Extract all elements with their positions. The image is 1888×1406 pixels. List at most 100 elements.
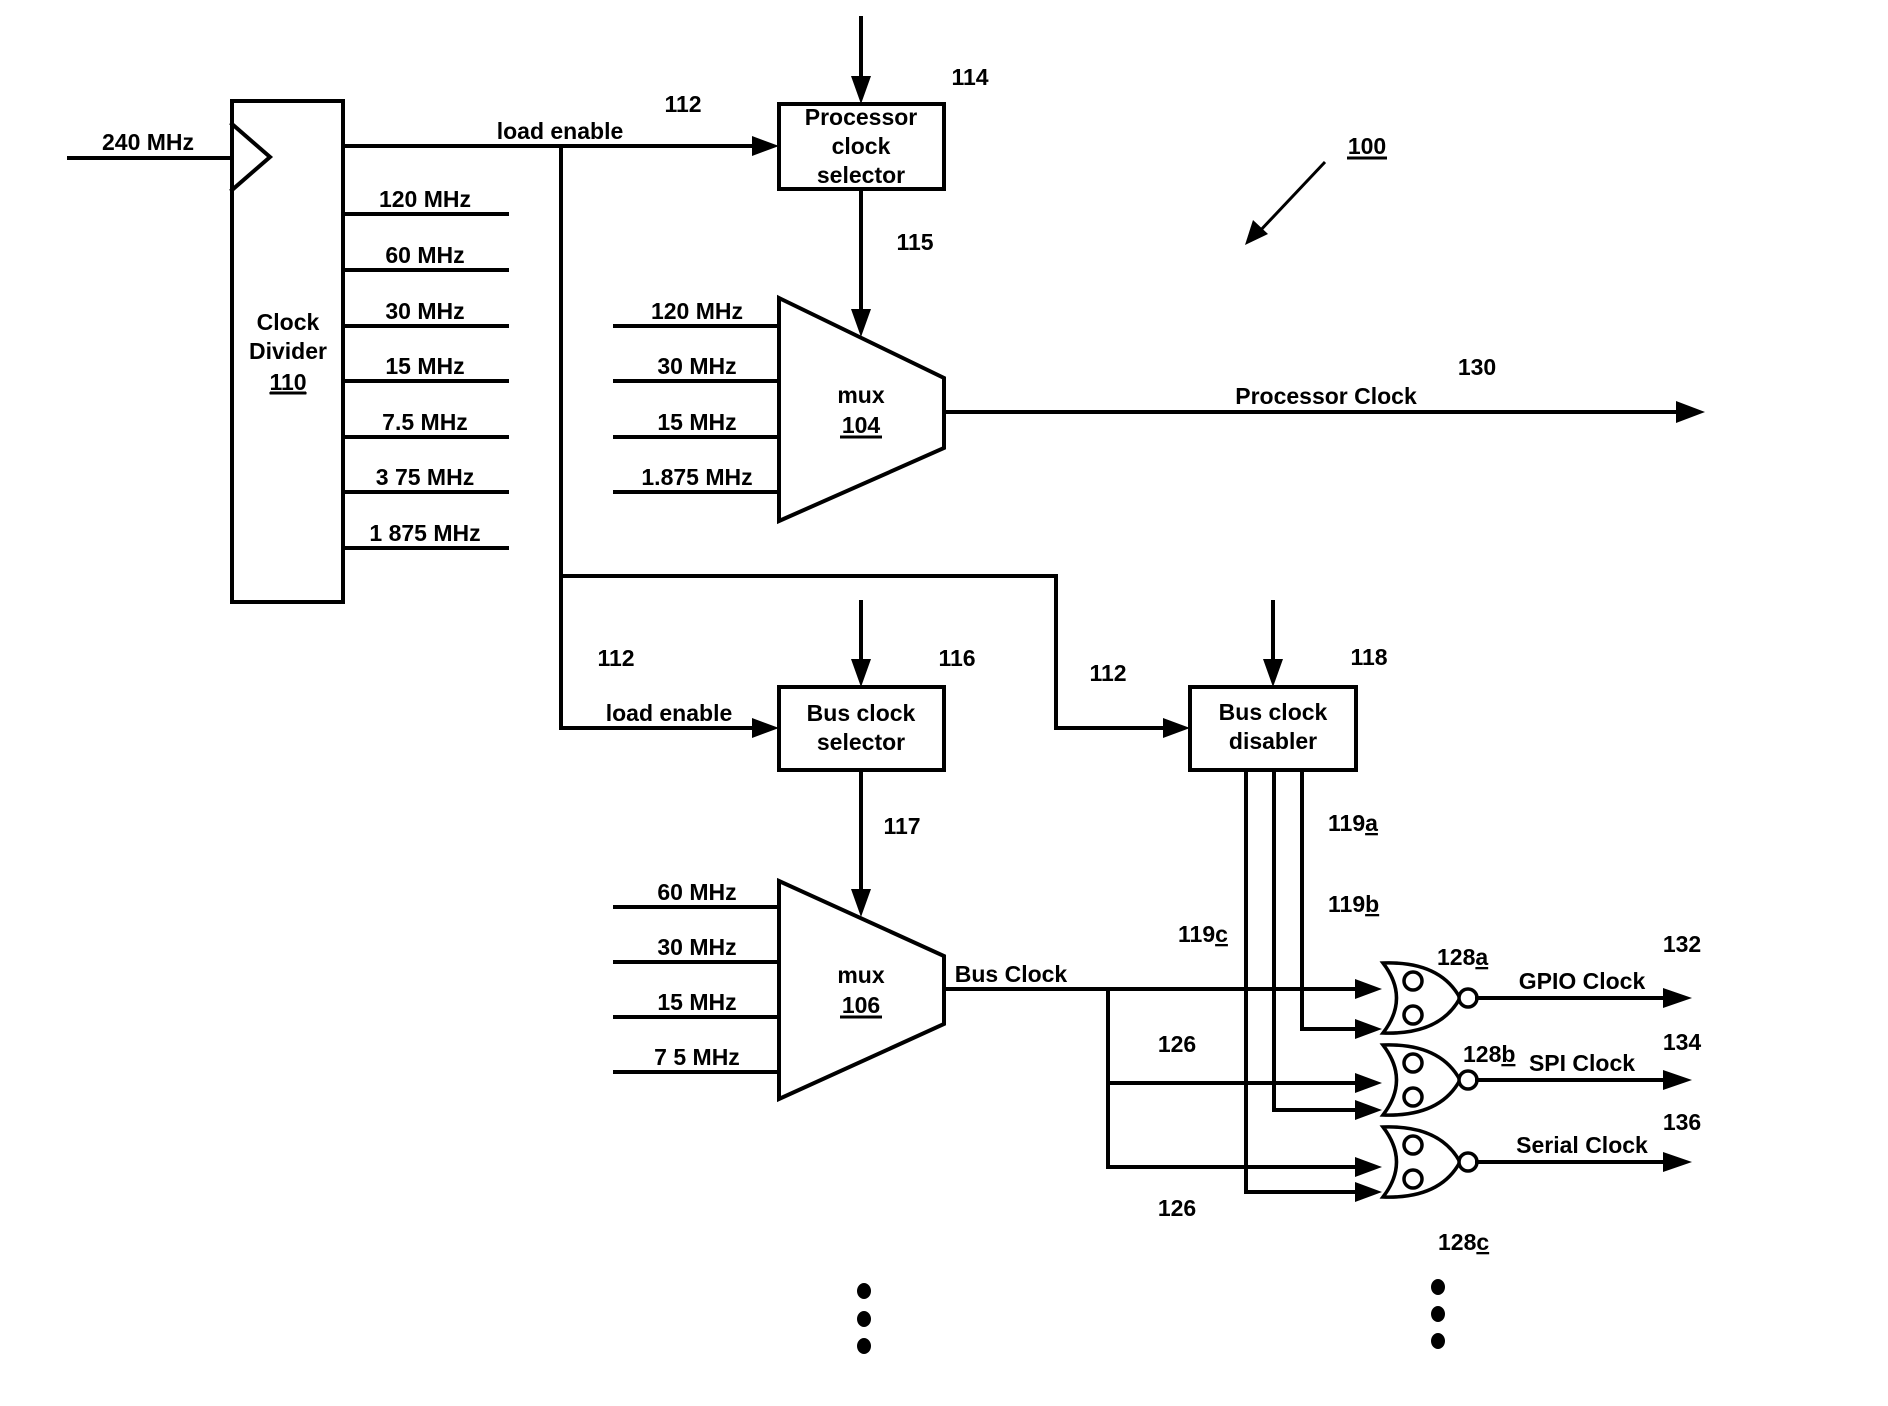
bus-load-enable-label: load enable bbox=[606, 700, 733, 726]
ellipsis-dot-icon bbox=[857, 1338, 871, 1354]
nor-gate-c: Serial Clock 136 128c bbox=[1379, 1109, 1701, 1255]
mux-104-input-label: 120 MHz bbox=[651, 298, 743, 324]
ellipsis-dot-icon bbox=[1431, 1333, 1445, 1349]
mux-104-input-label: 1.875 MHz bbox=[641, 464, 752, 490]
gate-output-ref: 136 bbox=[1663, 1109, 1701, 1135]
clock-divider-title-2: Divider bbox=[249, 338, 327, 364]
mux-104: mux 104 120 MHz 30 MHz 15 MHz 1.875 MHz … bbox=[613, 294, 1705, 525]
divider-output-label: 60 MHz bbox=[385, 242, 464, 268]
mux-106: mux 106 60 MHz 30 MHz 15 MHz 7 5 MHz Bus… bbox=[613, 877, 1370, 1221]
gate-output-label: SPI Clock bbox=[1529, 1050, 1635, 1076]
clock-divider-title-1: Clock bbox=[257, 309, 320, 335]
arrow-head-icon bbox=[1355, 1100, 1382, 1120]
ref-119c: 119c bbox=[1178, 921, 1228, 947]
ref-117: 117 bbox=[883, 813, 920, 839]
divider-output-label: 7.5 MHz bbox=[382, 409, 468, 435]
output-inverter-bubble-icon bbox=[1457, 1151, 1479, 1173]
divider-output-label: 3 75 MHz bbox=[376, 464, 474, 490]
nor-gate-body-icon bbox=[1379, 961, 1462, 1035]
mux-106-input-label: 7 5 MHz bbox=[654, 1044, 740, 1070]
processor-selector-line3: selector bbox=[817, 162, 905, 188]
ellipsis-dot-icon bbox=[1431, 1306, 1445, 1322]
arrow-head-icon bbox=[851, 76, 871, 104]
mux-106-input-label: 30 MHz bbox=[657, 934, 736, 960]
disabler-line2: disabler bbox=[1229, 728, 1317, 754]
ref-112-disabler: 112 bbox=[1089, 660, 1126, 686]
output-inverter-bubble-icon bbox=[1457, 987, 1479, 1009]
disabler-line1: Bus clock bbox=[1219, 699, 1328, 725]
load-enable-label: load enable bbox=[497, 118, 624, 144]
divider-output-label: 120 MHz bbox=[379, 186, 471, 212]
mux-104-ref: 104 bbox=[842, 412, 881, 438]
continuation-left bbox=[857, 1283, 871, 1354]
arrow-head-icon bbox=[1663, 988, 1692, 1008]
ref-114: 114 bbox=[951, 64, 988, 90]
arrow-head-icon bbox=[1355, 1157, 1382, 1177]
input-inverter-bubble-icon bbox=[1402, 1086, 1424, 1108]
input-inverter-bubble-icon bbox=[1402, 970, 1424, 992]
gate-output-label: Serial Clock bbox=[1516, 1132, 1648, 1158]
input-inverter-bubble-icon bbox=[1402, 1052, 1424, 1074]
ellipsis-dot-icon bbox=[857, 1311, 871, 1327]
arrow-head-icon bbox=[1163, 718, 1190, 738]
mux-106-input-label: 15 MHz bbox=[657, 989, 736, 1015]
arrow-head-icon bbox=[752, 718, 779, 738]
clock-divider: Clock Divider 110 120 MHz 60 MHz 30 MHz … bbox=[229, 99, 509, 604]
ref-126: 126 bbox=[1158, 1195, 1196, 1221]
arrow-head-icon bbox=[1355, 979, 1382, 999]
nor-gate-body-icon bbox=[1379, 1125, 1462, 1199]
ref-112-top: 112 bbox=[664, 91, 701, 117]
mux-106-input-label: 60 MHz bbox=[657, 879, 736, 905]
ref-116: 116 bbox=[938, 645, 975, 671]
arrow-head-icon bbox=[1355, 1019, 1382, 1039]
continuation-right bbox=[1431, 1279, 1445, 1349]
output-inverter-bubble-icon bbox=[1457, 1069, 1479, 1091]
nor-gate-b: SPI Clock 134 128b bbox=[1379, 1029, 1702, 1117]
mux-106-ref: 106 bbox=[842, 992, 880, 1018]
arrow-head-icon bbox=[1263, 659, 1283, 687]
arrow-head-icon bbox=[1355, 1182, 1382, 1202]
arrow-head-icon bbox=[752, 136, 779, 156]
divider-output-label: 1 875 MHz bbox=[369, 520, 480, 546]
nor-gate-body-icon bbox=[1379, 1043, 1462, 1117]
clock-divider-ref: 110 bbox=[269, 369, 306, 395]
gate-output-ref: 134 bbox=[1663, 1029, 1702, 1055]
arrow-head-icon bbox=[1676, 401, 1705, 423]
processor-clock-selector: Processor clock selector 114 115 bbox=[777, 16, 989, 337]
input-inverter-bubble-icon bbox=[1402, 1004, 1424, 1026]
ref-115: 115 bbox=[896, 229, 933, 255]
ellipsis-dot-icon bbox=[857, 1283, 871, 1299]
gate-input-arrows bbox=[1355, 979, 1382, 1202]
ref-130: 130 bbox=[1458, 354, 1496, 380]
mux-104-title: mux bbox=[837, 382, 885, 408]
divider-output-label: 15 MHz bbox=[385, 353, 464, 379]
arrow-head-icon bbox=[1663, 1152, 1692, 1172]
input-inverter-bubble-icon bbox=[1402, 1134, 1424, 1156]
ref-112-bus: 112 bbox=[597, 645, 634, 671]
arrow-head-icon bbox=[851, 659, 871, 687]
divider-output-label: 30 MHz bbox=[385, 298, 464, 324]
arrow-head-icon bbox=[1355, 1073, 1382, 1093]
mux-104-input-label: 15 MHz bbox=[657, 409, 736, 435]
ref-100: 100 bbox=[1348, 133, 1386, 159]
input-clock-label: 240 MHz bbox=[102, 129, 194, 155]
gate-ref: 128c bbox=[1438, 1229, 1489, 1255]
mux-106-title: mux bbox=[837, 962, 885, 988]
ref-118: 118 bbox=[1350, 644, 1387, 670]
clock-distribution-diagram: 240 MHz Clock Divider 110 120 MHz 60 MHz… bbox=[67, 16, 1705, 1354]
arrow-head-icon bbox=[1245, 220, 1268, 245]
nor-gate-a: GPIO Clock 132 128a bbox=[1379, 931, 1701, 1035]
processor-clock-label: Processor Clock bbox=[1235, 383, 1417, 409]
ref-119b: 119b bbox=[1328, 891, 1379, 917]
bus-selector-line2: selector bbox=[817, 729, 905, 755]
input-inverter-bubble-icon bbox=[1402, 1168, 1424, 1190]
gate-ref: 128a bbox=[1437, 944, 1488, 970]
gate-output-ref: 132 bbox=[1663, 931, 1701, 957]
processor-selector-line2: clock bbox=[832, 133, 891, 159]
processor-selector-line1: Processor bbox=[805, 104, 918, 130]
gate-output-label: GPIO Clock bbox=[1519, 968, 1646, 994]
ref-119a: 119a bbox=[1328, 810, 1378, 836]
input-clock: 240 MHz bbox=[67, 129, 232, 160]
ref-126: 126 bbox=[1158, 1031, 1196, 1057]
bus-clock-selector: Bus clock selector 116 117 bbox=[777, 600, 976, 917]
